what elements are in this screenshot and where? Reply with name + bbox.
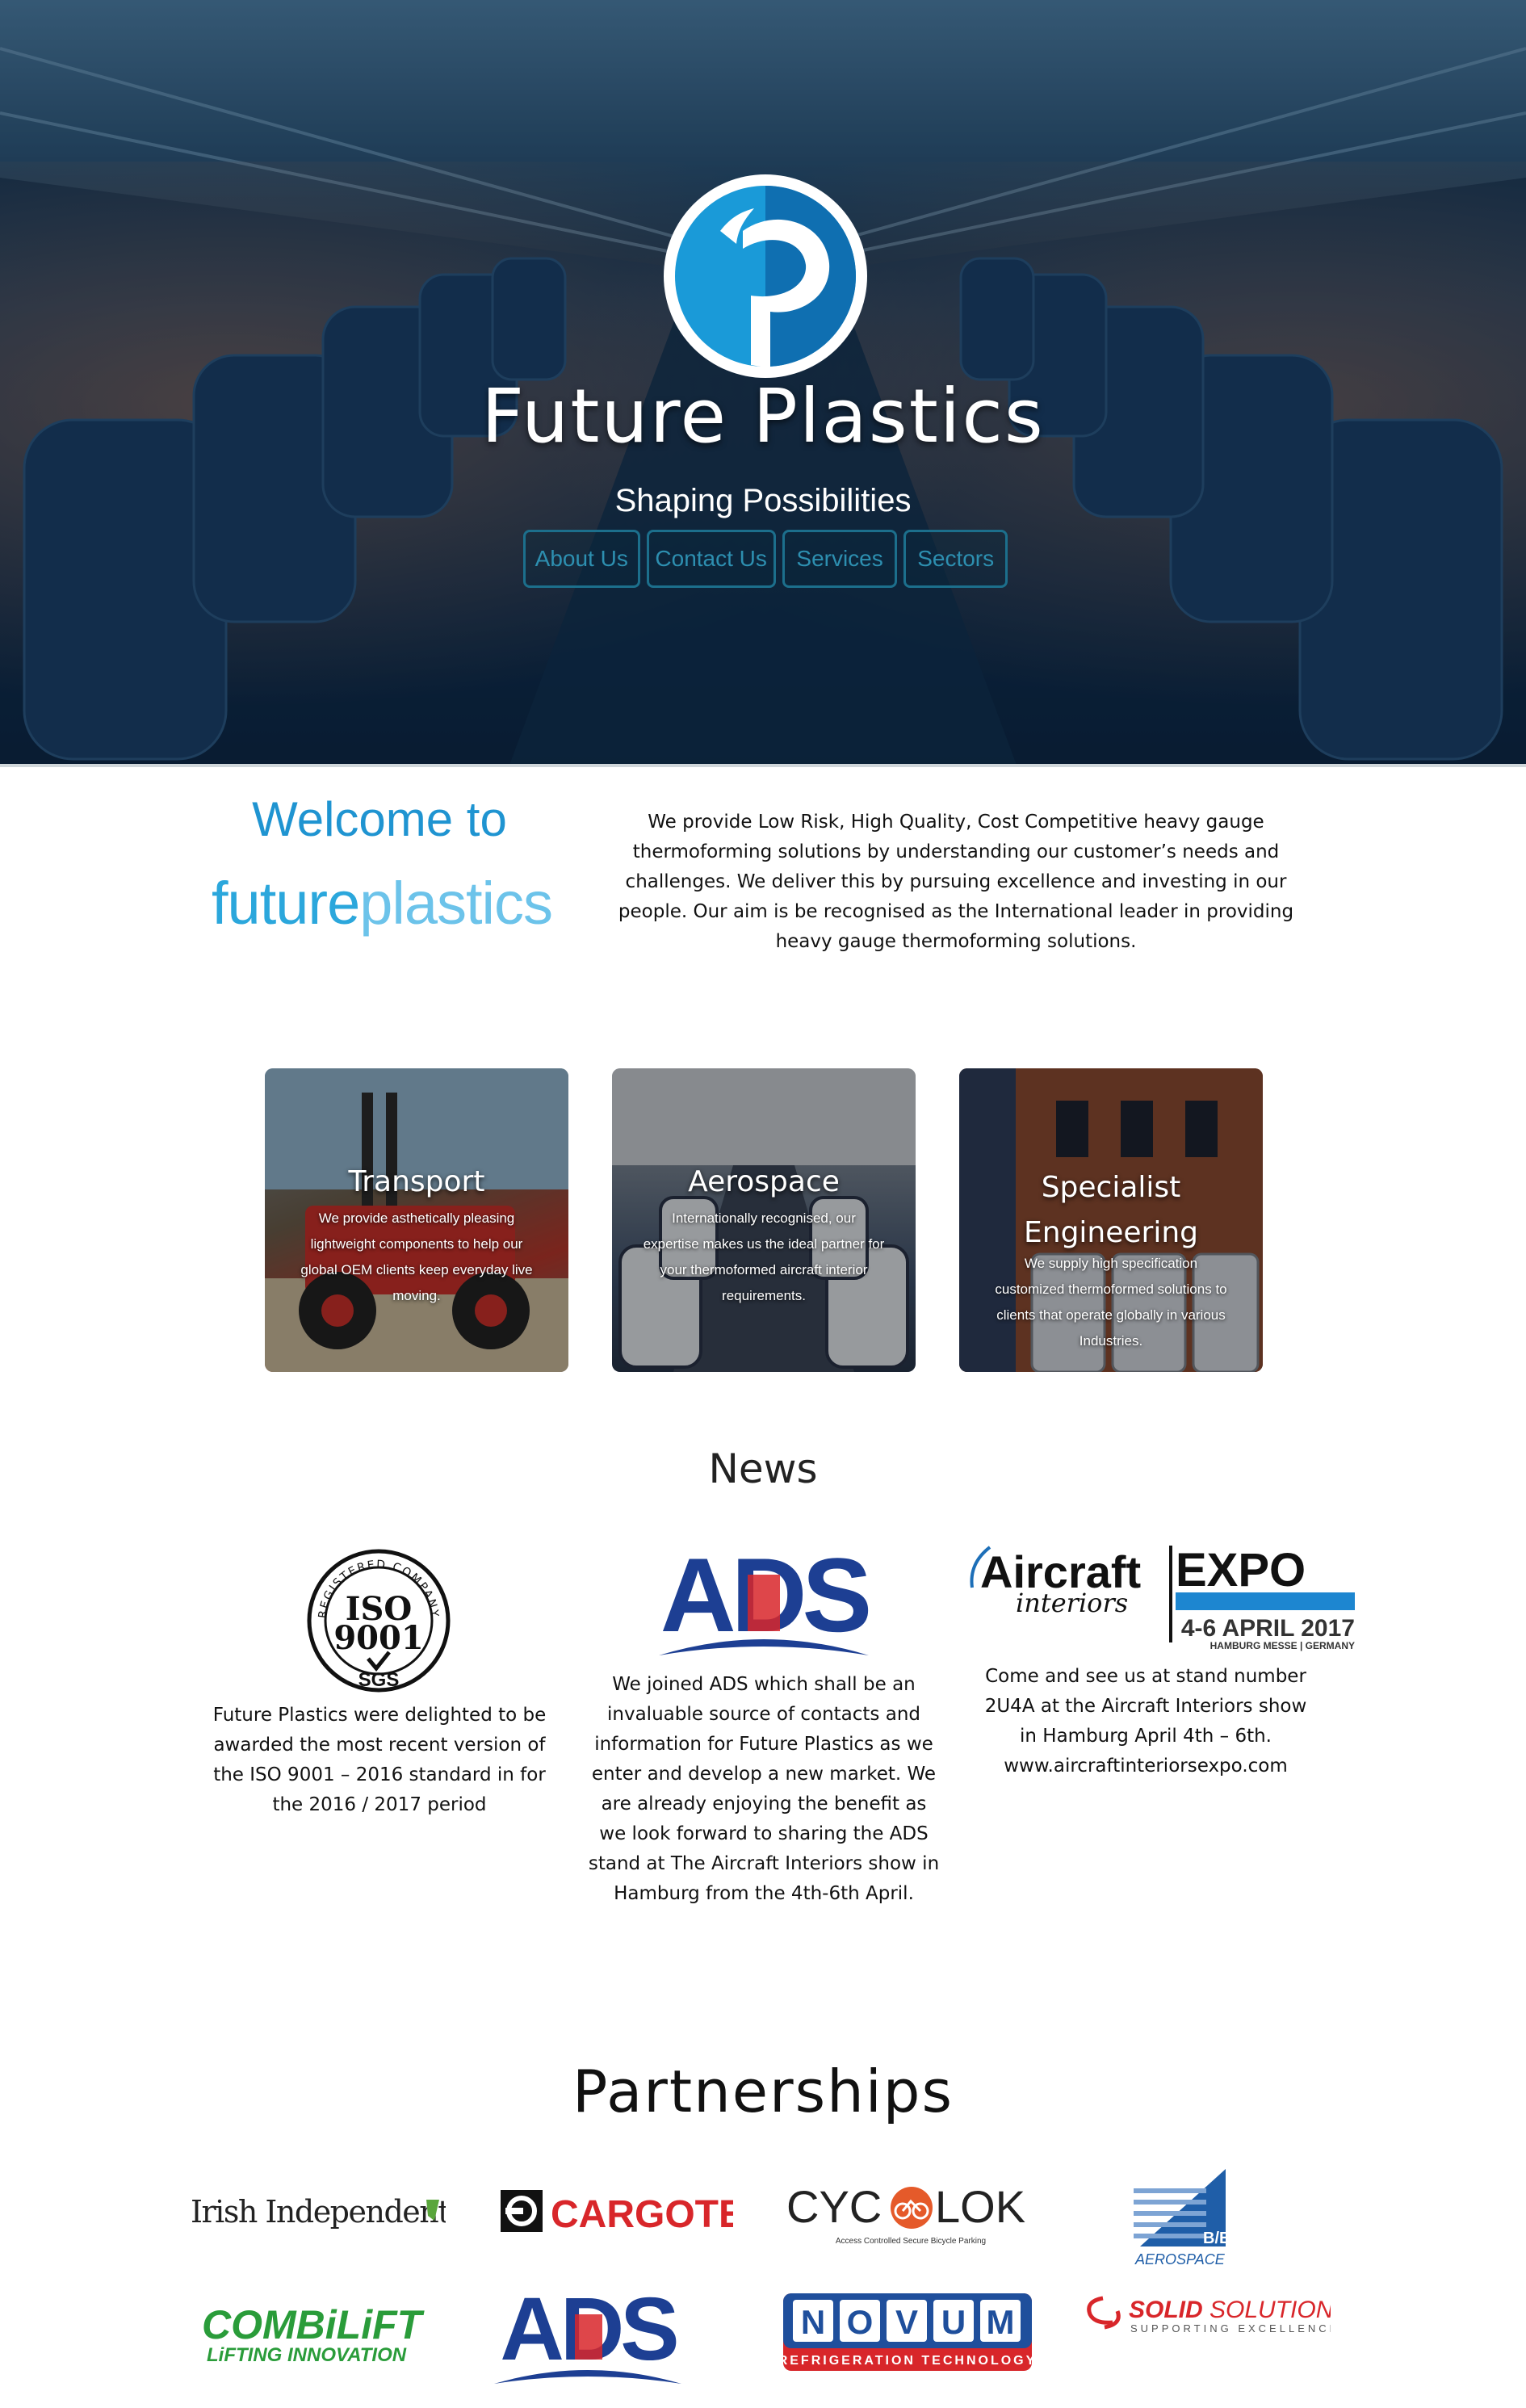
svg-text:U: U bbox=[941, 2303, 966, 2341]
sectors-button[interactable]: Sectors bbox=[903, 530, 1008, 588]
wordmark-plastics: plastics bbox=[359, 870, 553, 937]
welcome-heading: Welcome to bbox=[252, 792, 507, 846]
svg-text:COMBiLiFT: COMBiLiFT bbox=[202, 2302, 426, 2347]
combilift-logo[interactable]: COMBiLiFT LiFTING INNOVATION bbox=[199, 2298, 433, 2366]
sector-title: Aerospace bbox=[688, 1165, 840, 1198]
sector-card-specialist-engineering[interactable]: Specialist Engineering We supply high sp… bbox=[959, 1068, 1263, 1372]
news-item-iso: Future Plastics were delighted to be awa… bbox=[212, 1705, 547, 1815]
sector-card-aerospace[interactable]: Aerospace Internationally recognised, ou… bbox=[612, 1068, 916, 1372]
svg-text:CARGOTEC: CARGOTEC bbox=[551, 2193, 733, 2236]
svg-text:M: M bbox=[987, 2303, 1015, 2341]
svg-text:Irish Independent: Irish Independent bbox=[191, 2194, 446, 2230]
svg-text:Access Controlled Secure Bicyc: Access Controlled Secure Bicycle Parking bbox=[836, 2237, 986, 2246]
hero-divider bbox=[0, 764, 1526, 767]
svg-text:AEROSPACE: AEROSPACE bbox=[1134, 2251, 1226, 2267]
svg-text:SGS: SGS bbox=[358, 1669, 400, 1691]
svg-text:N: N bbox=[801, 2303, 825, 2341]
welcome-description: We provide Low Risk, High Quality, Cost … bbox=[618, 812, 1294, 952]
svg-text:O: O bbox=[847, 2303, 874, 2341]
svg-text:HAMBURG MESSE | GERMANY: HAMBURG MESSE | GERMANY bbox=[1210, 1640, 1355, 1651]
svg-text:REFRIGERATION TECHNOLOGY: REFRIGERATION TECHNOLOGY bbox=[782, 2354, 1033, 2368]
svg-text:SOLID: SOLID bbox=[1129, 2297, 1203, 2323]
be-aerospace-logo[interactable]: B/E AEROSPACE bbox=[1132, 2166, 1234, 2269]
about-us-button[interactable]: About Us bbox=[523, 530, 640, 588]
hero-nav: About Us Contact Us Services Sectors bbox=[523, 530, 1008, 588]
contact-us-button[interactable]: Contact Us bbox=[646, 530, 776, 588]
sector-title: Specialist Engineering bbox=[1024, 1171, 1198, 1249]
novum-logo[interactable]: N O V U M REFRIGERATION TECHNOLOGY bbox=[778, 2292, 1034, 2372]
solid-solutions-logo[interactable]: SOLID SOLUTIONS SUPPORTING EXCELLENCE bbox=[1080, 2290, 1349, 2339]
sector-title: Transport bbox=[348, 1165, 485, 1198]
aircraft-interiors-expo-logo: Aircraft interiors EXPO 4-6 APRIL 2017 H… bbox=[966, 1539, 1361, 1652]
news-heading: News bbox=[708, 1445, 818, 1492]
svg-text:B/E: B/E bbox=[1203, 2230, 1230, 2247]
services-button[interactable]: Services bbox=[782, 530, 898, 588]
svg-text:SUPPORTING EXCELLENCE: SUPPORTING EXCELLENCE bbox=[1130, 2322, 1331, 2335]
cargotec-logo[interactable]: CARGOTEC bbox=[499, 2185, 773, 2237]
news-item-expo: Come and see us at stand number 2U4A at … bbox=[984, 1666, 1307, 1777]
news-item-ads: We joined ADS which shall be an invaluab… bbox=[588, 1674, 940, 1904]
cycolok-logo[interactable]: CYC LOK Access Controlled Secure Bicycle… bbox=[785, 2180, 1037, 2248]
svg-text:CYC: CYC bbox=[786, 2181, 882, 2232]
sector-description: Internationally recognised, our expertis… bbox=[643, 1210, 885, 1303]
hero-banner: Future Plastics Shaping Possibilities Ab… bbox=[0, 0, 1526, 767]
ads-logo: ADS bbox=[651, 1536, 877, 1663]
partnerships-heading: Partnerships bbox=[572, 2058, 954, 2125]
svg-text:EXPO: EXPO bbox=[1176, 1544, 1306, 1596]
svg-text:V: V bbox=[895, 2303, 918, 2341]
iso-9001-sgs-logo: REGISTERED COMPANY ISO 9001 SGS bbox=[305, 1547, 452, 1694]
svg-text:LOK: LOK bbox=[935, 2181, 1025, 2232]
hero-title: Future Plastics bbox=[481, 373, 1045, 459]
svg-text:SOLUTIONS: SOLUTIONS bbox=[1209, 2297, 1331, 2323]
sector-card-transport[interactable]: Transport We provide asthetically pleasi… bbox=[265, 1068, 568, 1372]
svg-text:9001: 9001 bbox=[333, 1619, 423, 1657]
ads-partner-logo[interactable]: ADS bbox=[491, 2280, 685, 2389]
irish-independent-logo[interactable]: Irish Independent bbox=[187, 2188, 451, 2234]
futureplastics-wordmark: futureplastics bbox=[212, 869, 553, 938]
wordmark-future: future bbox=[212, 870, 360, 937]
hero-tagline: Shaping Possibilities bbox=[614, 483, 912, 518]
svg-text:interiors: interiors bbox=[1016, 1588, 1128, 1618]
svg-text:4-6 APRIL 2017: 4-6 APRIL 2017 bbox=[1181, 1615, 1355, 1642]
svg-text:LiFTING INNOVATION: LiFTING INNOVATION bbox=[207, 2344, 407, 2366]
sector-description: We supply high specification customized … bbox=[995, 1256, 1227, 1349]
sector-description: We provide asthetically pleasing lightwe… bbox=[300, 1210, 533, 1303]
future-plastics-logo-icon bbox=[664, 174, 867, 378]
